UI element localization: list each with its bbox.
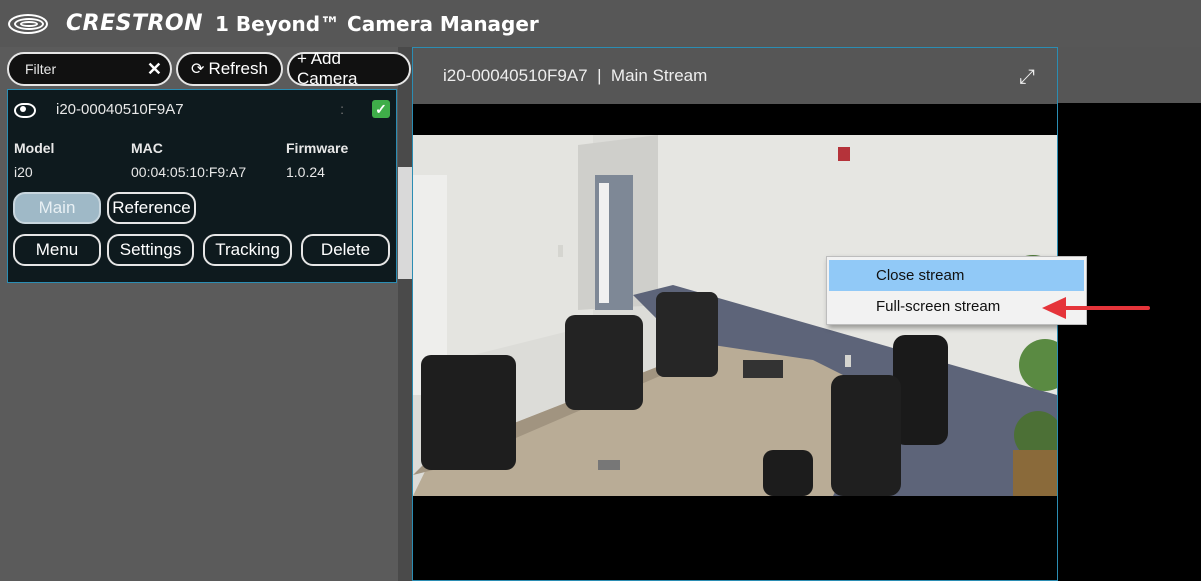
close-stream-menu-item[interactable]: Close stream [829, 260, 1084, 291]
right-panel [1058, 103, 1201, 581]
annotation-arrow-icon [1042, 297, 1150, 319]
expand-icon[interactable]: ⤢ [1019, 66, 1035, 89]
model-header: Model [14, 140, 55, 156]
settings-button[interactable]: Settings [107, 234, 194, 266]
filter-input[interactable]: Filter ✕ [7, 52, 172, 86]
crestron-swirl-icon [6, 12, 60, 36]
camera-name: i20-00040510F9A7 [56, 100, 184, 118]
sidebar-scrollbar[interactable] [398, 47, 412, 581]
status-check-icon[interactable]: ✓ [372, 100, 390, 118]
stream-header: i20-00040510F9A7 | Main Stream ⤢ [413, 48, 1057, 104]
sidebar-scroll-thumb[interactable] [398, 167, 412, 279]
right-panel-header [1058, 47, 1201, 103]
refresh-label: Refresh [208, 59, 268, 78]
mac-value: 00:04:05:10:F9:A7 [131, 164, 247, 180]
drag-handle-icon[interactable]: : [340, 101, 344, 117]
clear-filter-icon[interactable]: ✕ [147, 59, 162, 80]
camera-card[interactable]: i20-00040510F9A7 : ✓ Model MAC Firmware … [7, 89, 397, 283]
crestron-logo: CRESTRON [6, 11, 215, 36]
sidebar-toolbar: Filter ✕ ⟳ Refresh + Add Camera [7, 49, 411, 88]
delete-button[interactable]: Delete [301, 234, 390, 266]
filter-placeholder: Filter [25, 61, 57, 77]
model-value: i20 [14, 164, 33, 180]
refresh-button[interactable]: ⟳ Refresh [176, 52, 283, 86]
tracking-button[interactable]: Tracking [203, 234, 292, 266]
firmware-header: Firmware [286, 140, 349, 156]
menu-button[interactable]: Menu [13, 234, 101, 266]
refresh-icon: ⟳ [191, 61, 205, 78]
eye-icon[interactable] [14, 103, 36, 118]
main-stream-button[interactable]: Main [13, 192, 101, 224]
reference-stream-button[interactable]: Reference [107, 192, 196, 224]
add-camera-button[interactable]: + Add Camera [287, 49, 411, 88]
title-bar: CRESTRON 1 Beyond™ Camera Manager [0, 0, 1201, 47]
stream-title: i20-00040510F9A7 | Main Stream [443, 66, 708, 85]
mac-header: MAC [131, 140, 163, 156]
app-title: 1 Beyond™ Camera Manager [215, 11, 539, 36]
camera-card-header: i20-00040510F9A7 : ✓ [14, 98, 390, 120]
camera-sidebar: Filter ✕ ⟳ Refresh + Add Camera i20-0004… [0, 47, 412, 581]
brand-name: CRESTRON [66, 11, 204, 36]
firmware-value: 1.0.24 [286, 164, 325, 180]
